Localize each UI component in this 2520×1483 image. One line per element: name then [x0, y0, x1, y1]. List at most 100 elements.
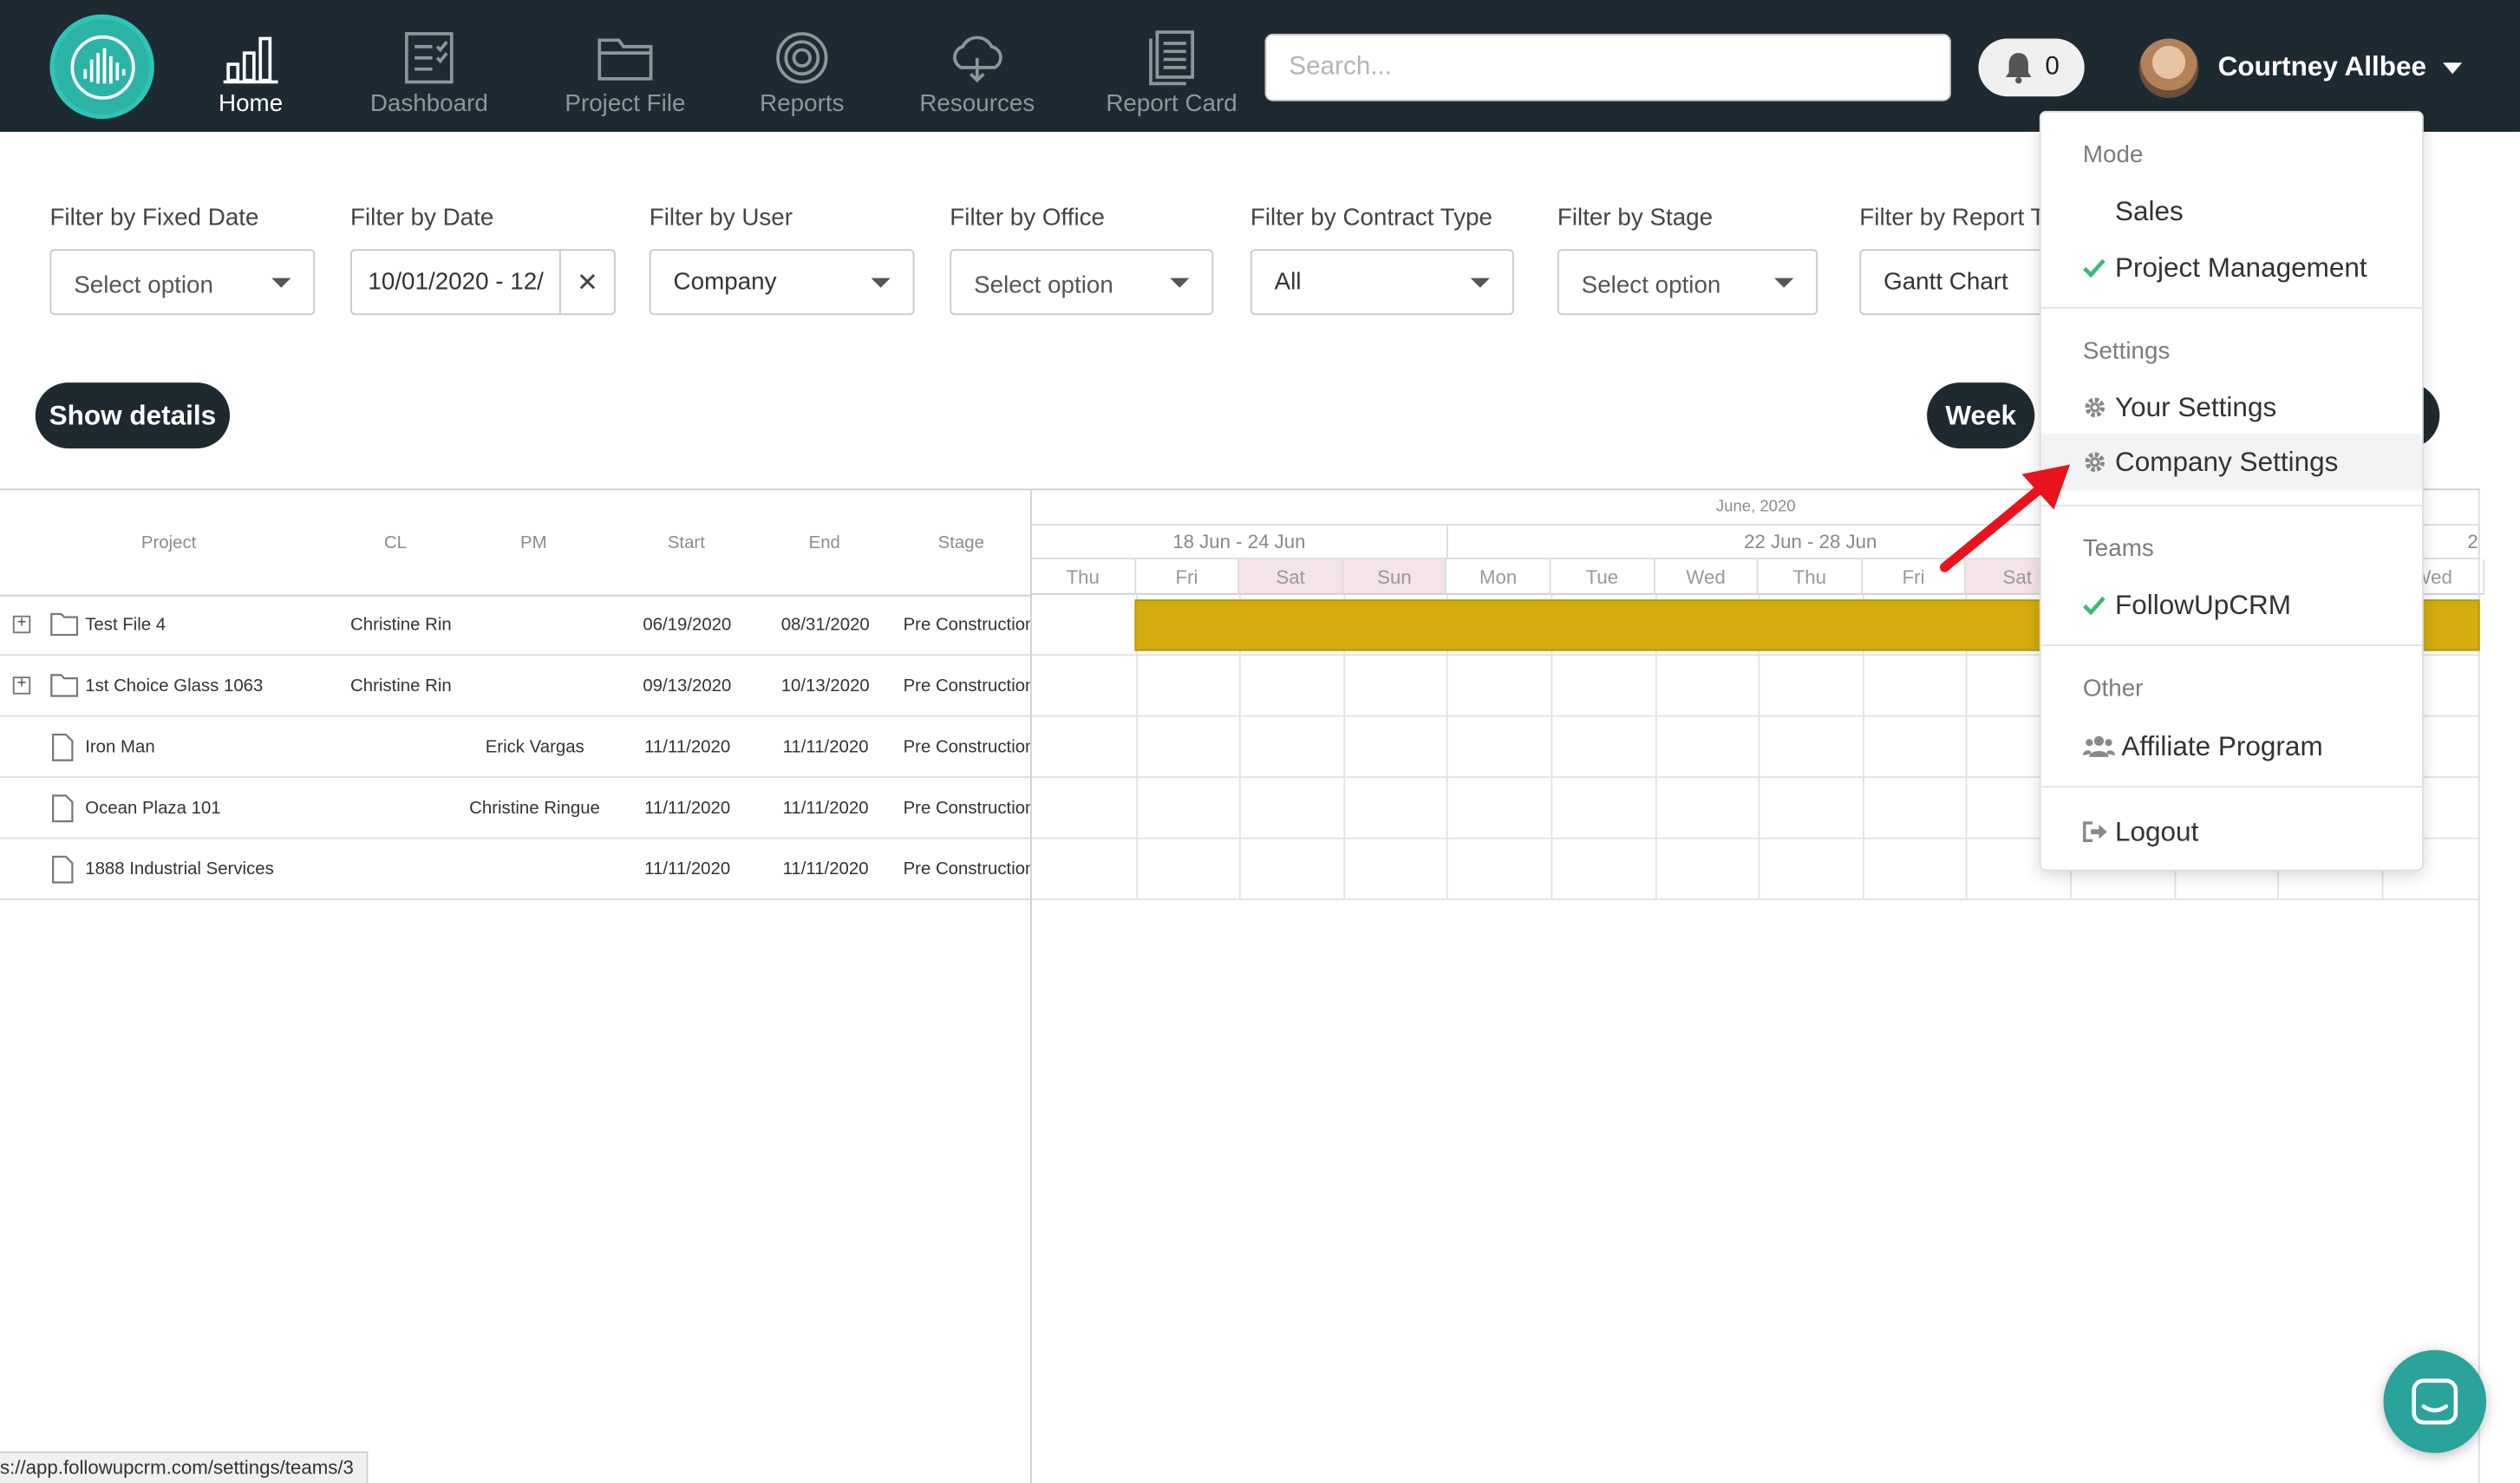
bar-chart-icon — [223, 29, 278, 87]
menu-item-logout[interactable]: Logout — [2041, 804, 2422, 860]
nav-resources[interactable]: Resources — [916, 0, 1038, 132]
table-row[interactable]: + 1st Choice Glass 1063 Christine Rin 09… — [0, 656, 1030, 717]
gear-icon — [2083, 450, 2115, 474]
row-start: 06/19/2020 — [643, 615, 732, 636]
check-icon — [2083, 258, 2115, 278]
filter-stage-select[interactable]: Select option — [1557, 249, 1818, 316]
gantt-day-header: Wed — [1655, 559, 1759, 595]
menu-item-affiliate-program[interactable]: Affiliate Program — [2041, 718, 2422, 774]
nav-dashboard-label: Dashboard — [369, 89, 488, 118]
filter-fixed-date-value: Select option — [74, 271, 213, 299]
filter-contract-type-select[interactable]: All — [1250, 249, 1514, 316]
menu-divider — [2040, 786, 2422, 788]
menu-item-your-settings-label: Your Settings — [2114, 391, 2277, 422]
week-button[interactable]: Week — [1927, 382, 2035, 449]
row-project: Ocean Plaza 101 — [85, 799, 221, 819]
menu-item-logout-label: Logout — [2114, 815, 2199, 846]
col-start[interactable]: Start — [637, 533, 736, 552]
table-row[interactable]: Ocean Plaza 101 Christine Ringue 11/11/2… — [0, 778, 1030, 839]
menu-header-mode: Mode — [2082, 141, 2144, 169]
row-end: 11/11/2020 — [782, 737, 869, 757]
file-icon — [52, 855, 74, 884]
menu-item-team-followupcrm-label: FollowUpCRM — [2114, 589, 2292, 620]
nav-reports[interactable]: Reports — [752, 0, 852, 132]
table-row[interactable]: Iron Man Erick Vargas 11/11/2020 11/11/2… — [0, 717, 1030, 779]
row-pm: Erick Vargas — [485, 737, 584, 757]
menu-item-company-settings[interactable]: Company Settings — [2040, 434, 2422, 491]
filter-fixed-date-select[interactable]: Select option — [49, 249, 316, 316]
table-header: Project CL PM Start End Stage — [0, 490, 1030, 597]
gear-icon — [2083, 395, 2115, 420]
menu-item-project-management[interactable]: Project Management — [2041, 239, 2422, 296]
table-row[interactable]: 1888 Industrial Services 11/11/2020 11/1… — [0, 839, 1030, 900]
menu-item-team-followupcrm[interactable]: FollowUpCRM — [2041, 577, 2422, 633]
menu-item-your-settings[interactable]: Your Settings — [2041, 379, 2422, 435]
checklist-icon — [403, 29, 454, 87]
gantt-day-header: Sun — [1342, 559, 1447, 595]
expand-icon[interactable]: + — [12, 615, 31, 634]
row-stage: Pre Construction — [903, 799, 1030, 819]
filter-office-value: Select option — [974, 271, 1113, 299]
user-menu-toggle[interactable]: Courtney Allbee — [2138, 36, 2462, 100]
menu-header-other: Other — [2082, 675, 2144, 702]
check-icon — [2083, 595, 2115, 615]
row-start: 11/11/2020 — [644, 737, 731, 757]
gantt-day-header: Mon — [1446, 559, 1551, 595]
gantt-day-header: Sat — [1239, 559, 1343, 595]
table-row[interactable]: + Test File 4 Christine Rin 06/19/2020 0… — [0, 595, 1030, 657]
row-start: 11/11/2020 — [644, 799, 731, 819]
user-dropdown-menu: Mode Sales Project Management Settings Y… — [2039, 110, 2424, 872]
file-icon — [52, 733, 74, 761]
caret-down-icon — [2442, 62, 2462, 74]
row-project: 1st Choice Glass 1063 — [85, 676, 264, 696]
chevron-down-icon — [871, 278, 891, 288]
menu-item-project-management-label: Project Management — [2114, 252, 2367, 283]
nav-project-file[interactable]: Project File — [559, 0, 691, 132]
row-end: 11/11/2020 — [782, 859, 869, 879]
folder-icon — [50, 612, 79, 637]
filter-date-input[interactable]: 10/01/2020 - 12/ ✕ — [350, 249, 616, 316]
row-stage: Pre Construction — [903, 615, 1030, 636]
nav-report-card-label: Report Card — [1106, 89, 1237, 118]
search-input[interactable] — [1264, 33, 1951, 101]
col-pm[interactable]: PM — [482, 533, 585, 552]
gantt-day-header: Thu — [1758, 559, 1863, 595]
col-end[interactable]: End — [774, 533, 874, 552]
nav-resources-label: Resources — [919, 89, 1035, 118]
nav-report-card[interactable]: Report Card — [1102, 0, 1240, 132]
filter-date-label: Filter by Date — [350, 204, 494, 232]
col-stage[interactable]: Stage — [910, 533, 1013, 552]
logo-bars-icon — [70, 35, 135, 100]
cloud-icon — [947, 29, 1008, 87]
app-logo[interactable] — [49, 14, 154, 120]
show-details-button[interactable]: Show details — [35, 382, 231, 449]
filter-contract-type-value: All — [1274, 268, 1302, 297]
nav-home[interactable]: Home — [204, 0, 297, 132]
clear-icon[interactable]: ✕ — [558, 251, 614, 314]
menu-item-sales-label: Sales — [2114, 195, 2184, 226]
file-icon — [52, 794, 74, 823]
row-cl: Christine Rin — [350, 615, 452, 636]
col-project[interactable]: Project — [96, 533, 241, 552]
filter-fixed-date-label: Filter by Fixed Date — [49, 204, 259, 232]
row-pm: Christine Ringue — [469, 799, 600, 819]
chat-icon — [2412, 1378, 2458, 1425]
menu-divider — [2040, 306, 2422, 309]
nav-dashboard[interactable]: Dashboard — [362, 0, 497, 132]
filter-stage-label: Filter by Stage — [1557, 204, 1714, 232]
grid-splitter[interactable] — [1029, 488, 1032, 1483]
avatar — [2138, 37, 2199, 98]
chat-launcher-button[interactable] — [2383, 1349, 2487, 1454]
target-icon — [774, 29, 829, 87]
row-project: Test File 4 — [85, 615, 166, 636]
notifications-button[interactable]: 0 — [1978, 38, 2085, 97]
filter-office-select[interactable]: Select option — [950, 249, 1214, 316]
bell-icon — [2005, 53, 2031, 84]
expand-icon[interactable]: + — [12, 676, 31, 695]
filter-user-select[interactable]: Company — [649, 249, 915, 316]
status-bar-url: s://app.followupcrm.com/settings/teams/3 — [0, 1451, 369, 1483]
col-cl[interactable]: CL — [345, 533, 445, 552]
filter-user-value: Company — [673, 268, 777, 297]
menu-item-company-settings-label: Company Settings — [2114, 446, 2339, 477]
menu-item-sales[interactable]: Sales — [2041, 183, 2422, 239]
